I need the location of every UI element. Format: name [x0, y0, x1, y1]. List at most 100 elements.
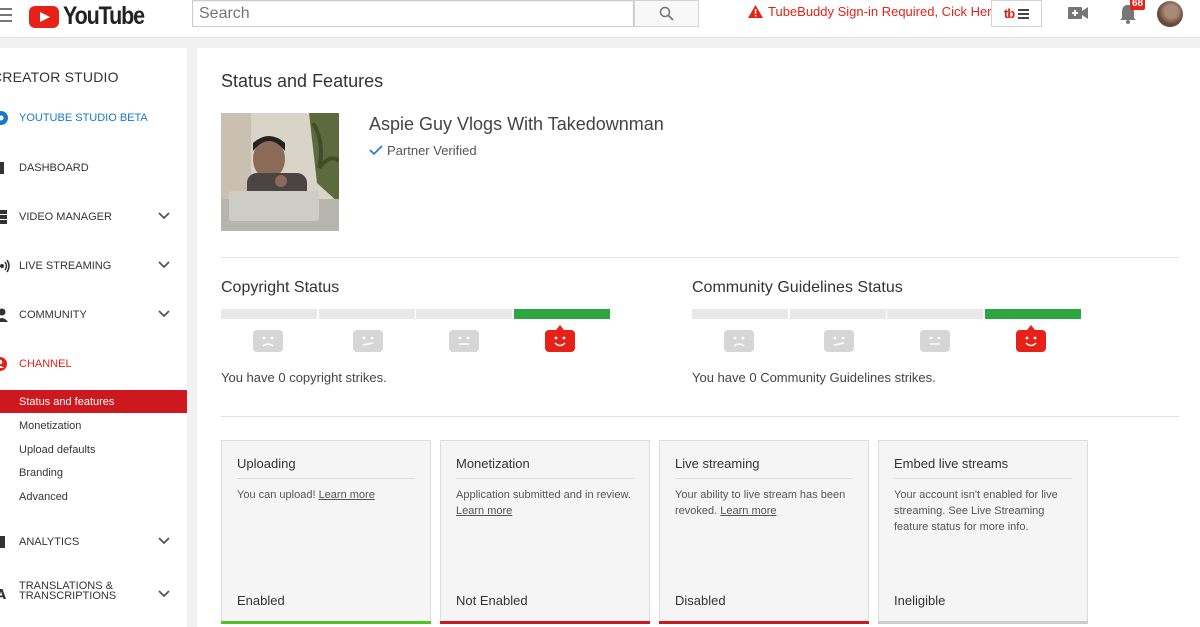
- chevron-down-icon[interactable]: [158, 211, 170, 221]
- gear-icon: [0, 111, 8, 125]
- card-divider: [237, 478, 415, 479]
- strike-bar-3: [692, 309, 788, 319]
- tubebuddy-logo: tb: [1003, 6, 1015, 21]
- sidebar-item-dashboard[interactable]: DASHBOARD: [0, 158, 187, 178]
- sidebar-item-channel[interactable]: CHANNEL: [0, 354, 187, 374]
- logo-text: YouTube: [63, 2, 145, 30]
- card-divider: [894, 478, 1072, 479]
- channel-thumbnail-image: [221, 113, 339, 231]
- partner-verified: Partner Verified: [369, 143, 477, 158]
- community-status-title: Community Guidelines Status: [692, 279, 903, 296]
- card-description: Your account isn't enabled for live stre…: [894, 489, 1058, 533]
- sidebar-item-label: ANALYTICS: [19, 536, 80, 548]
- copyright-status-section: Copyright Status You have 0 copyright st…: [221, 279, 621, 389]
- feature-card-uploading: Uploading You can upload! Learn more Ena…: [221, 440, 431, 624]
- sidebar-item-translations[interactable]: A TRANSLATIONS & TRANSCRIPTIONS: [0, 581, 187, 607]
- analytics-icon: [0, 536, 5, 548]
- learn-more-link[interactable]: Learn more: [720, 505, 776, 517]
- section-divider: [221, 257, 1179, 258]
- tubebuddy-warning-text: TubeBuddy Sign-in Required, Cick Here: [768, 4, 999, 19]
- subitem-label: Status and features: [19, 396, 115, 408]
- menu-icon[interactable]: [0, 8, 12, 22]
- card-status: Enabled: [237, 593, 285, 608]
- feature-card-monetization: Monetization Application submitted and i…: [440, 440, 650, 624]
- card-title: Monetization: [456, 456, 530, 471]
- strike-bar-2: [319, 309, 415, 319]
- community-status-section: Community Guidelines Status You have 0 C…: [692, 279, 1092, 389]
- upload-video-icon[interactable]: [1068, 6, 1088, 20]
- chevron-down-icon[interactable]: [158, 536, 170, 546]
- youtube-play-icon: [29, 5, 59, 28]
- card-title: Uploading: [237, 456, 296, 471]
- card-description: Application submitted and in review. Lea…: [456, 489, 631, 517]
- card-description: Your ability to live stream has been rev…: [675, 489, 846, 517]
- sidebar-item-studio-beta[interactable]: YOUTUBE STUDIO BETA: [0, 108, 187, 128]
- strike-bar-1: [416, 309, 512, 319]
- sidebar-item-analytics[interactable]: ANALYTICS: [0, 532, 187, 552]
- sidebar-item-video-manager[interactable]: VIDEO MANAGER: [0, 207, 187, 227]
- card-status-bar: [221, 621, 431, 624]
- sidebar-item-label: DASHBOARD: [19, 162, 89, 174]
- section-divider: [221, 416, 1179, 417]
- card-description: You can upload! Learn more: [237, 489, 375, 501]
- sidebar-item-label: COMMUNITY: [19, 309, 87, 321]
- sidebar-subitem-status-and-features[interactable]: Status and features: [0, 390, 187, 413]
- video-manager-icon: [0, 210, 7, 224]
- card-status: Not Enabled: [456, 593, 528, 608]
- broadcast-icon: [0, 259, 10, 273]
- sidebar-item-label: LIVE STREAMING: [19, 260, 112, 272]
- subitem-label: Branding: [19, 467, 64, 479]
- card-status: Ineligible: [894, 593, 946, 608]
- neutral-face-icon: [449, 330, 479, 352]
- tubebuddy-warning-link[interactable]: TubeBuddy Sign-in Required, Cick Here: [748, 4, 999, 19]
- sidebar-item-live-streaming[interactable]: LIVE STREAMING: [0, 256, 187, 276]
- sidebar-item-community[interactable]: COMMUNITY: [0, 305, 187, 325]
- strike-bar-3: [221, 309, 317, 319]
- channel-name: Aspie Guy Vlogs With Takedownman: [369, 114, 664, 134]
- youtube-logo[interactable]: YouTube: [29, 2, 157, 31]
- chevron-down-icon[interactable]: [158, 309, 170, 319]
- learn-more-link[interactable]: Learn more: [319, 489, 375, 501]
- card-title: Live streaming: [675, 456, 760, 471]
- main-panel: Status and Features Aspie Guy Vlogs With…: [197, 48, 1200, 627]
- translate-icon: A: [0, 588, 6, 602]
- top-bar: YouTube TubeBuddy Sign-in Required, Cick…: [0, 0, 1200, 38]
- copyright-strikes-text: You have 0 copyright strikes.: [221, 370, 387, 385]
- notifications-count-badge: 68: [1130, 0, 1146, 10]
- card-divider: [456, 478, 634, 479]
- sidebar-subitem-upload-defaults[interactable]: Upload defaults: [0, 438, 187, 461]
- tubebuddy-menu-button[interactable]: tb: [991, 0, 1042, 27]
- feature-card-live-streaming: Live streaming Your ability to live stre…: [659, 440, 869, 624]
- user-avatar[interactable]: [1157, 1, 1183, 27]
- channel-thumbnail[interactable]: [221, 113, 339, 231]
- search-input[interactable]: [192, 0, 634, 27]
- copyright-status-title: Copyright Status: [221, 279, 340, 296]
- happy-face-icon: [1016, 325, 1046, 352]
- sidebar-subitem-advanced[interactable]: Advanced: [0, 485, 187, 508]
- partner-status-text: Partner Verified: [387, 143, 477, 158]
- learn-more-link[interactable]: Learn more: [456, 505, 512, 517]
- search-button[interactable]: [634, 0, 699, 27]
- neutral-face-icon: [824, 330, 854, 352]
- chevron-down-icon[interactable]: [158, 589, 170, 599]
- sidebar-subitem-monetization[interactable]: Monetization: [0, 414, 187, 437]
- card-title: Embed live streams: [894, 456, 1009, 471]
- sidebar-item-label: TRANSLATIONS & TRANSCRIPTIONS: [19, 580, 117, 602]
- card-status-bar: [659, 621, 869, 624]
- neutral-face-icon: [920, 330, 950, 352]
- sidebar-item-label: VIDEO MANAGER: [19, 211, 112, 223]
- card-status-bar: [878, 621, 1088, 624]
- sad-face-icon: [253, 330, 283, 352]
- sidebar-subitem-branding[interactable]: Branding: [0, 461, 187, 484]
- subitem-label: Upload defaults: [19, 444, 96, 456]
- subitem-label: Monetization: [19, 420, 82, 432]
- card-status-bar: [440, 621, 650, 624]
- sidebar-item-label: CHANNEL: [19, 358, 72, 370]
- list-icon: [1018, 7, 1030, 21]
- channel-icon: [0, 357, 7, 371]
- happy-face-icon: [545, 325, 575, 352]
- chevron-down-icon[interactable]: [158, 260, 170, 270]
- search-icon: [659, 6, 674, 21]
- sidebar: CREATOR STUDIO YOUTUBE STUDIO BETA DASHB…: [0, 48, 187, 627]
- strike-bar-current: [985, 309, 1081, 319]
